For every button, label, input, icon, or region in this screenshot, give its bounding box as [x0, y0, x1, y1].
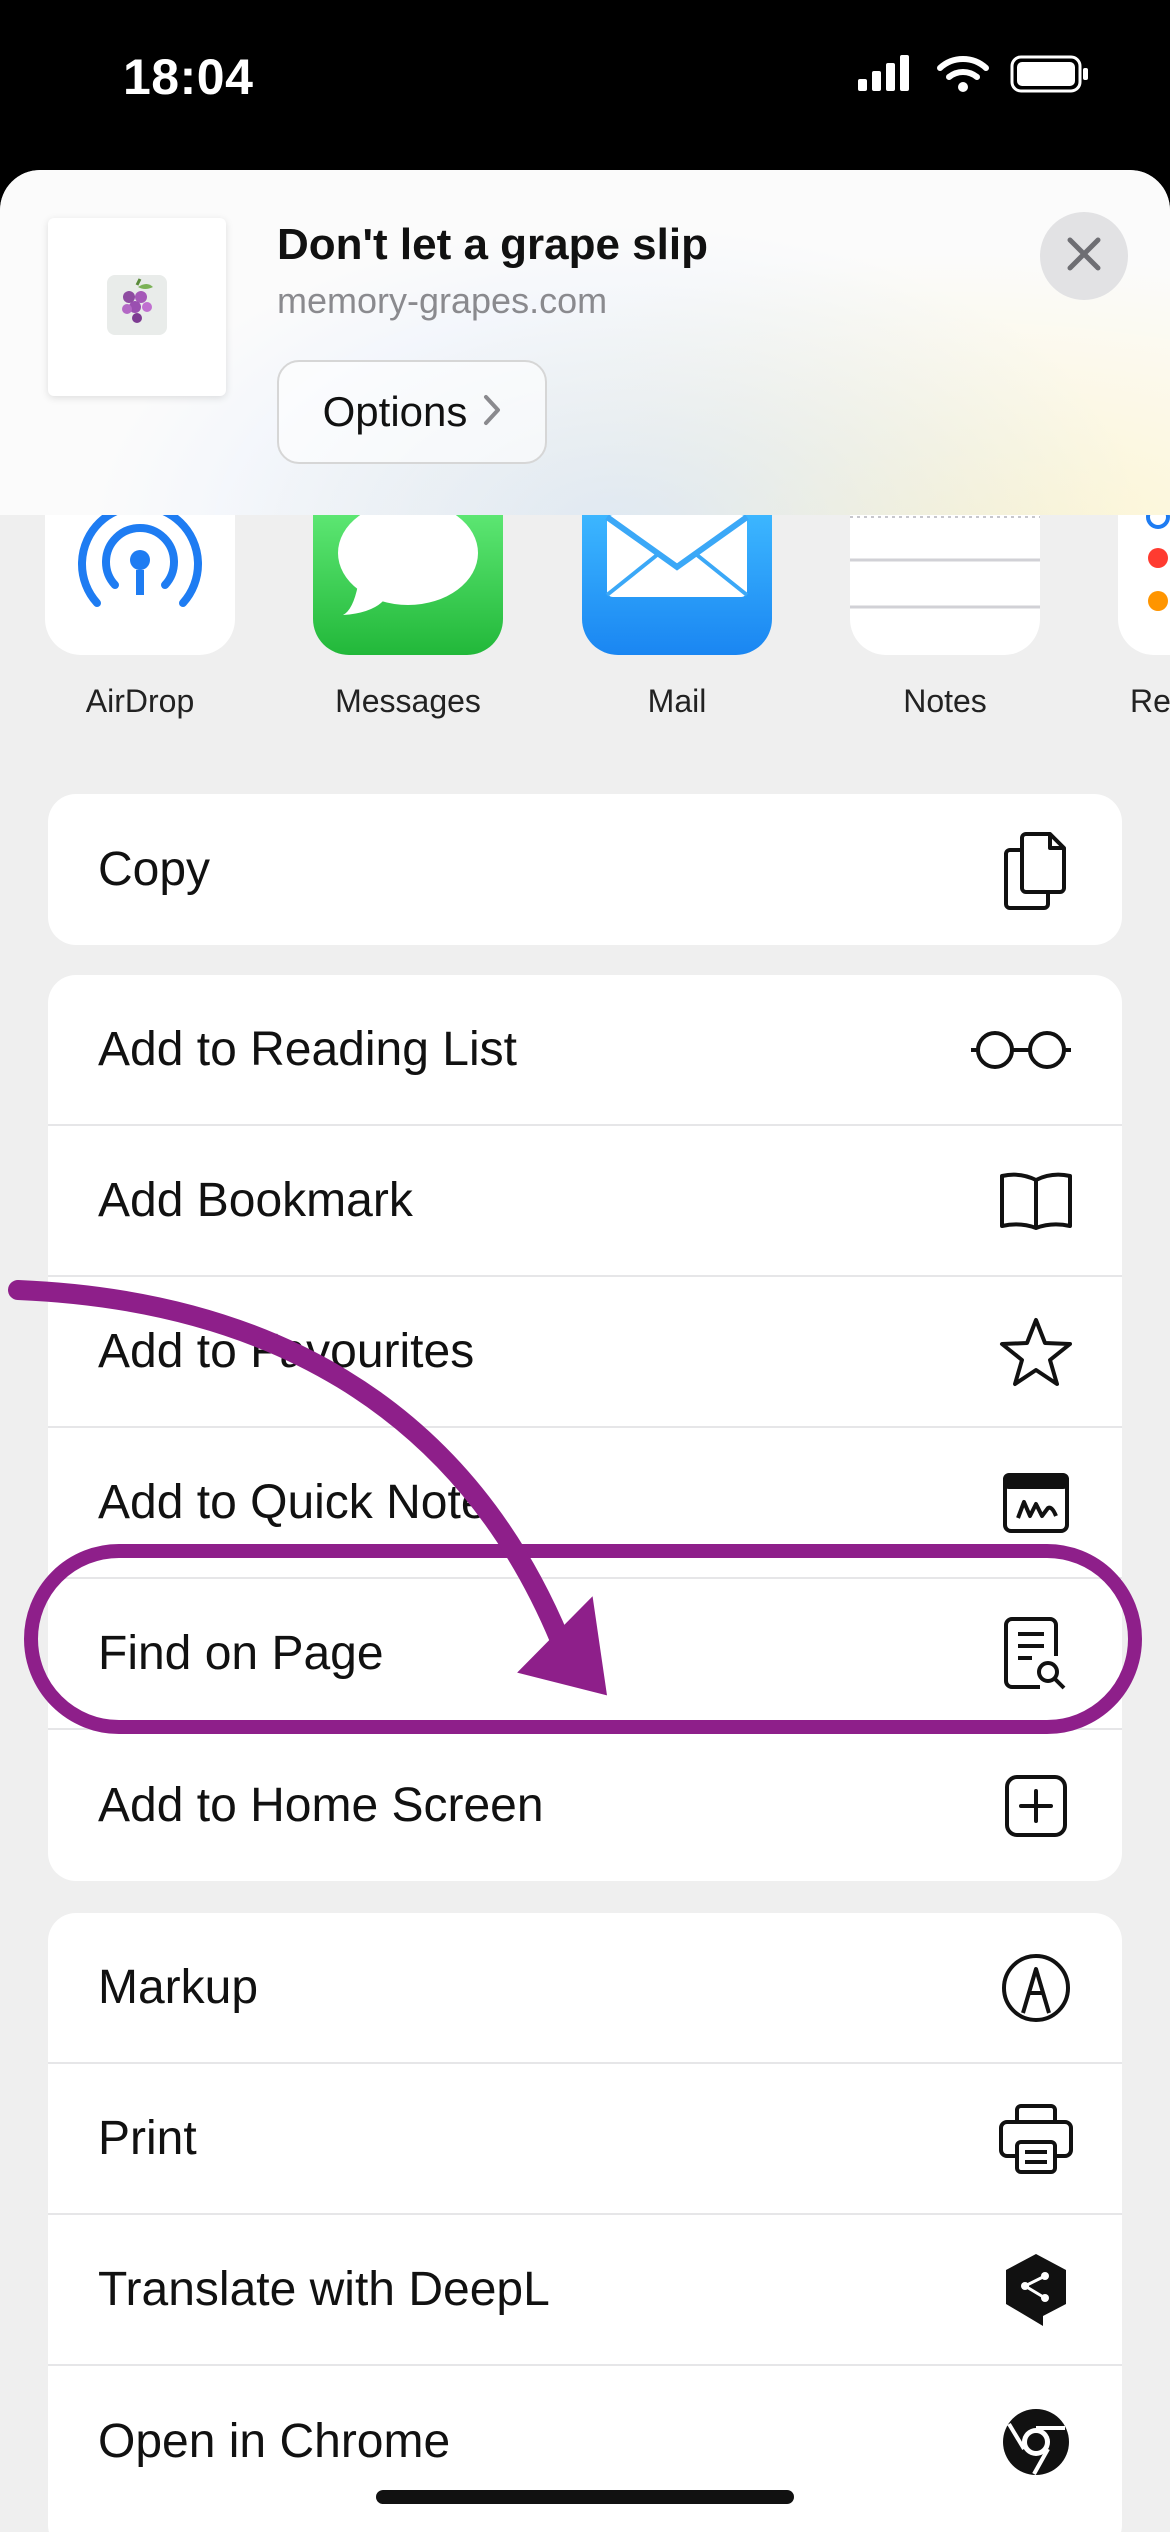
notes-icon — [850, 515, 1040, 655]
action-print[interactable]: Print — [48, 2064, 1122, 2215]
action-label: Open in Chrome — [98, 2415, 451, 2468]
action-label: Add to Home Screen — [98, 1779, 544, 1832]
action-label: Find on Page — [98, 1627, 384, 1680]
plus-square-icon — [996, 1766, 1076, 1846]
action-add-to-quick-note[interactable]: Add to Quick Note — [48, 1428, 1122, 1579]
deepl-icon — [996, 2250, 1076, 2330]
status-icons — [858, 54, 1090, 99]
action-add-to-favourites[interactable]: Add to Favourites — [48, 1277, 1122, 1428]
action-label: Add Bookmark — [98, 1174, 413, 1227]
home-indicator — [376, 2490, 794, 2504]
site-thumbnail — [48, 218, 226, 396]
app-messages[interactable]: Messages — [313, 515, 503, 720]
reminders-icon — [1118, 515, 1170, 655]
action-group-page: Add to Reading List Add Bookmark Add to … — [48, 975, 1122, 1881]
app-label: Notes — [903, 683, 987, 719]
action-copy[interactable]: Copy — [48, 794, 1122, 945]
quick-note-icon — [996, 1463, 1076, 1543]
action-add-to-reading-list[interactable]: Add to Reading List — [48, 975, 1122, 1126]
app-mail[interactable]: Mail — [582, 515, 772, 720]
app-label: Messages — [335, 683, 481, 719]
page-url: memory-grapes.com — [277, 280, 608, 321]
page-title: Don't let a grape slip — [277, 220, 708, 269]
battery-icon — [1010, 55, 1090, 98]
chevron-right-icon — [483, 388, 501, 436]
action-label: Markup — [98, 1961, 259, 2014]
grape-logo-icon — [107, 274, 167, 340]
action-group-apps: Markup Print Translate with DeepL Open i… — [48, 1913, 1122, 2532]
app-label: Re — [1130, 683, 1170, 719]
options-label: Options — [322, 388, 468, 435]
glasses-icon — [966, 1010, 1076, 1090]
wifi-icon — [936, 54, 990, 99]
find-on-page-icon — [996, 1614, 1076, 1694]
markup-icon — [996, 1948, 1076, 2028]
close-icon — [1064, 234, 1104, 279]
app-label: Mail — [647, 683, 707, 719]
action-label: Print — [98, 2112, 197, 2165]
action-label: Add to Favourites — [98, 1325, 475, 1378]
chrome-icon — [996, 2402, 1076, 2482]
options-button[interactable]: Options — [277, 360, 547, 464]
printer-icon — [996, 2099, 1076, 2179]
action-markup[interactable]: Markup — [48, 1913, 1122, 2064]
share-sheet: Don't let a grape slip memory-grapes.com… — [0, 170, 1170, 2532]
status-bar: 18:04 — [0, 0, 1170, 150]
mail-icon — [582, 515, 772, 655]
copy-icon — [996, 830, 1076, 910]
action-find-on-page[interactable]: Find on Page — [48, 1579, 1122, 1730]
action-label: Add to Quick Note — [98, 1476, 488, 1529]
share-header: Don't let a grape slip memory-grapes.com… — [0, 170, 1170, 515]
app-notes[interactable]: Notes — [850, 515, 1040, 720]
messages-icon — [313, 515, 503, 655]
action-translate-with-deepl[interactable]: Translate with DeepL — [48, 2215, 1122, 2366]
action-label: Translate with DeepL — [98, 2263, 550, 2316]
star-icon — [996, 1312, 1076, 1392]
action-label: Add to Reading List — [98, 1023, 517, 1076]
action-add-to-home-screen[interactable]: Add to Home Screen — [48, 1730, 1122, 1881]
app-reminders[interactable]: Re — [1118, 515, 1170, 720]
action-add-bookmark[interactable]: Add Bookmark — [48, 1126, 1122, 1277]
app-airdrop[interactable]: AirDrop — [45, 515, 235, 720]
close-button[interactable] — [1040, 212, 1128, 300]
action-label: Copy — [98, 843, 211, 896]
action-group-copy: Copy — [48, 794, 1122, 945]
status-time: 18:04 — [123, 49, 254, 105]
book-icon — [996, 1161, 1076, 1241]
app-label: AirDrop — [85, 683, 195, 719]
cellular-signal-icon — [858, 55, 916, 98]
airdrop-icon — [45, 515, 235, 655]
